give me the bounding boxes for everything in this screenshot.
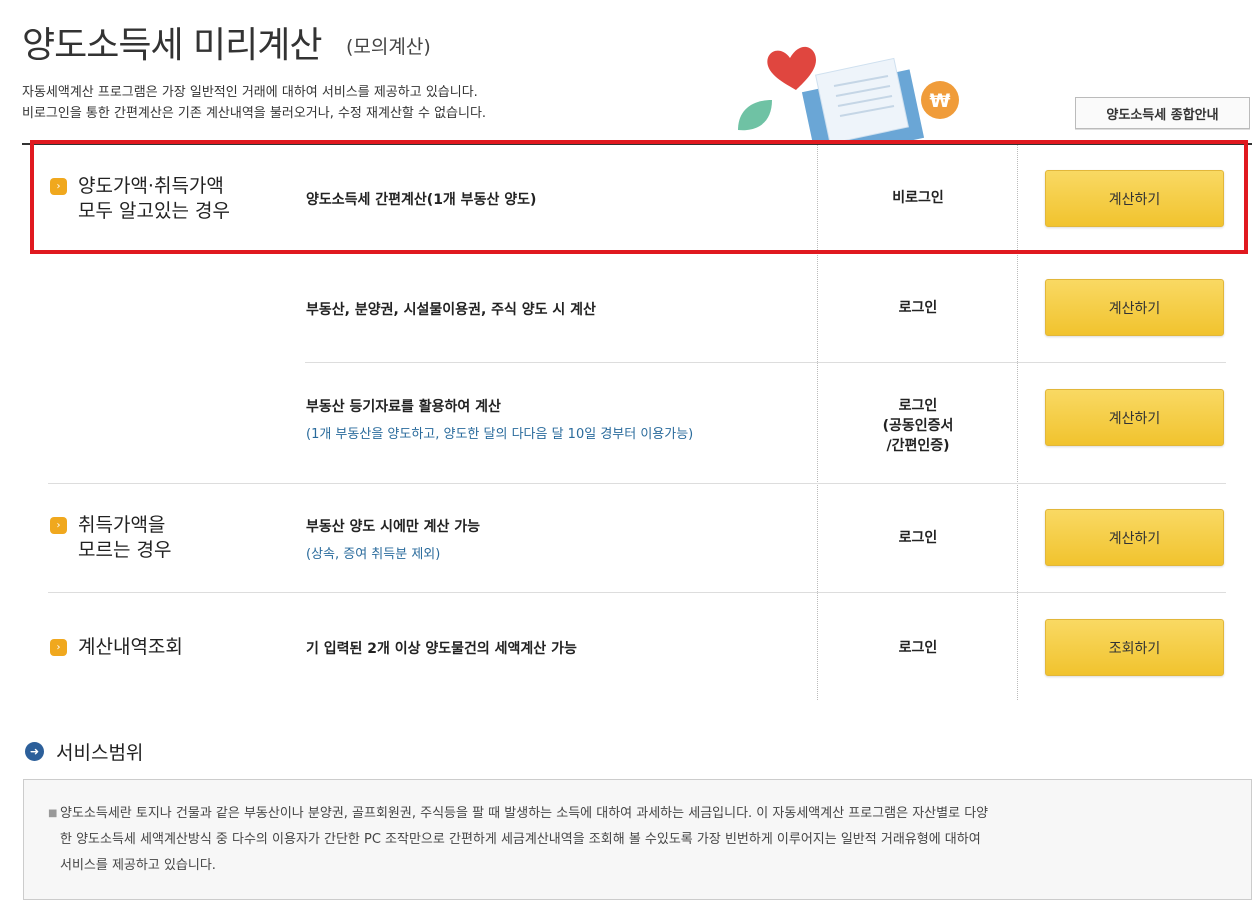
page-description: 자동세액계산 프로그램은 가장 일반적인 거래에 대하여 서비스를 제공하고 있… xyxy=(22,82,486,124)
calculate-button[interactable]: 계산하기 xyxy=(1045,389,1224,446)
service-note: (상속, 증여 취득분 제외) xyxy=(306,547,441,562)
service-note: (1개 부동산을 양도하고, 양도한 달의 다다음 달 10일 경부터 이용가능… xyxy=(306,427,694,442)
category-label-unknown-price: › 취득가액을 모르는 경우 xyxy=(50,513,171,563)
category-label-line: 취득가액을 xyxy=(78,514,166,536)
service-name: 부동산 양도 시에만 계산 가능 xyxy=(306,519,481,535)
row-divider xyxy=(48,592,1226,593)
login-requirement: 로그인 xyxy=(898,300,938,316)
document-icon xyxy=(801,57,925,145)
service-name: 부동산, 분양권, 시설물이용권, 주식 양도 시 계산 xyxy=(306,302,596,318)
scope-heading: ➜ 서비스범위 xyxy=(25,738,143,765)
page-title: 양도소득세 미리계산 xyxy=(22,25,323,66)
description-line: 비로그인을 통한 간편계산은 기존 계산내역을 불러오거나, 수정 재계산할 수… xyxy=(22,106,487,121)
bullet-icon: › xyxy=(50,639,67,656)
login-requirement: 로그인 xyxy=(898,530,938,546)
login-line: (공동인증서 xyxy=(882,418,954,434)
arrow-right-icon: ➜ xyxy=(25,742,44,761)
bullet-icon: › xyxy=(50,517,67,534)
category-label-history: › 계산내역조회 xyxy=(50,635,183,660)
service-name: 부동산 등기자료를 활용하여 계산 xyxy=(306,399,501,415)
svg-text:₩: ₩ xyxy=(930,90,951,112)
row-divider xyxy=(48,483,1226,484)
heart-icon xyxy=(767,46,816,90)
category-label-line: 모르는 경우 xyxy=(78,539,172,561)
guide-button[interactable]: 양도소득세 종합안내 xyxy=(1075,97,1250,129)
login-line: /간편인증) xyxy=(886,438,950,454)
bullet-dot-icon: ■ xyxy=(48,808,58,819)
service-name: 기 입력된 2개 이상 양도물건의 세액계산 가능 xyxy=(306,641,577,657)
page-subtitle: (모의계산) xyxy=(346,36,431,58)
header-illustration: ₩ xyxy=(738,46,959,145)
login-requirement: 로그인 xyxy=(898,640,938,656)
scope-title: 서비스범위 xyxy=(56,742,144,764)
row-divider xyxy=(305,362,1226,363)
won-coin-icon: ₩ xyxy=(921,81,959,119)
highlight-box xyxy=(30,140,1248,254)
leaf-icon xyxy=(738,100,772,131)
description-line: 자동세액계산 프로그램은 가장 일반적인 거래에 대하여 서비스를 제공하고 있… xyxy=(22,85,478,100)
scope-text: 양도소득세란 토지나 건물과 같은 부동산이나 분양권, 골프회원권, 주식등을… xyxy=(60,801,1230,879)
lookup-button[interactable]: 조회하기 xyxy=(1045,619,1224,676)
login-line: 로그인 xyxy=(898,398,938,414)
category-label-line: 계산내역조회 xyxy=(78,636,183,658)
calculate-button[interactable]: 계산하기 xyxy=(1045,509,1224,566)
calculate-button[interactable]: 계산하기 xyxy=(1045,279,1224,336)
scope-line: 양도소득세란 토지나 건물과 같은 부동산이나 분양권, 골프회원권, 주식등을… xyxy=(60,806,989,821)
login-requirement: 로그인 (공동인증서 /간편인증) xyxy=(853,396,983,456)
scope-line: 서비스를 제공하고 있습니다. xyxy=(60,858,216,873)
scope-box: ■ 양도소득세란 토지나 건물과 같은 부동산이나 분양권, 골프회원권, 주식… xyxy=(23,779,1252,900)
scope-line: 한 양도소득세 세액계산방식 중 다수의 이용자가 간단한 PC 조작만으로 간… xyxy=(60,832,981,847)
